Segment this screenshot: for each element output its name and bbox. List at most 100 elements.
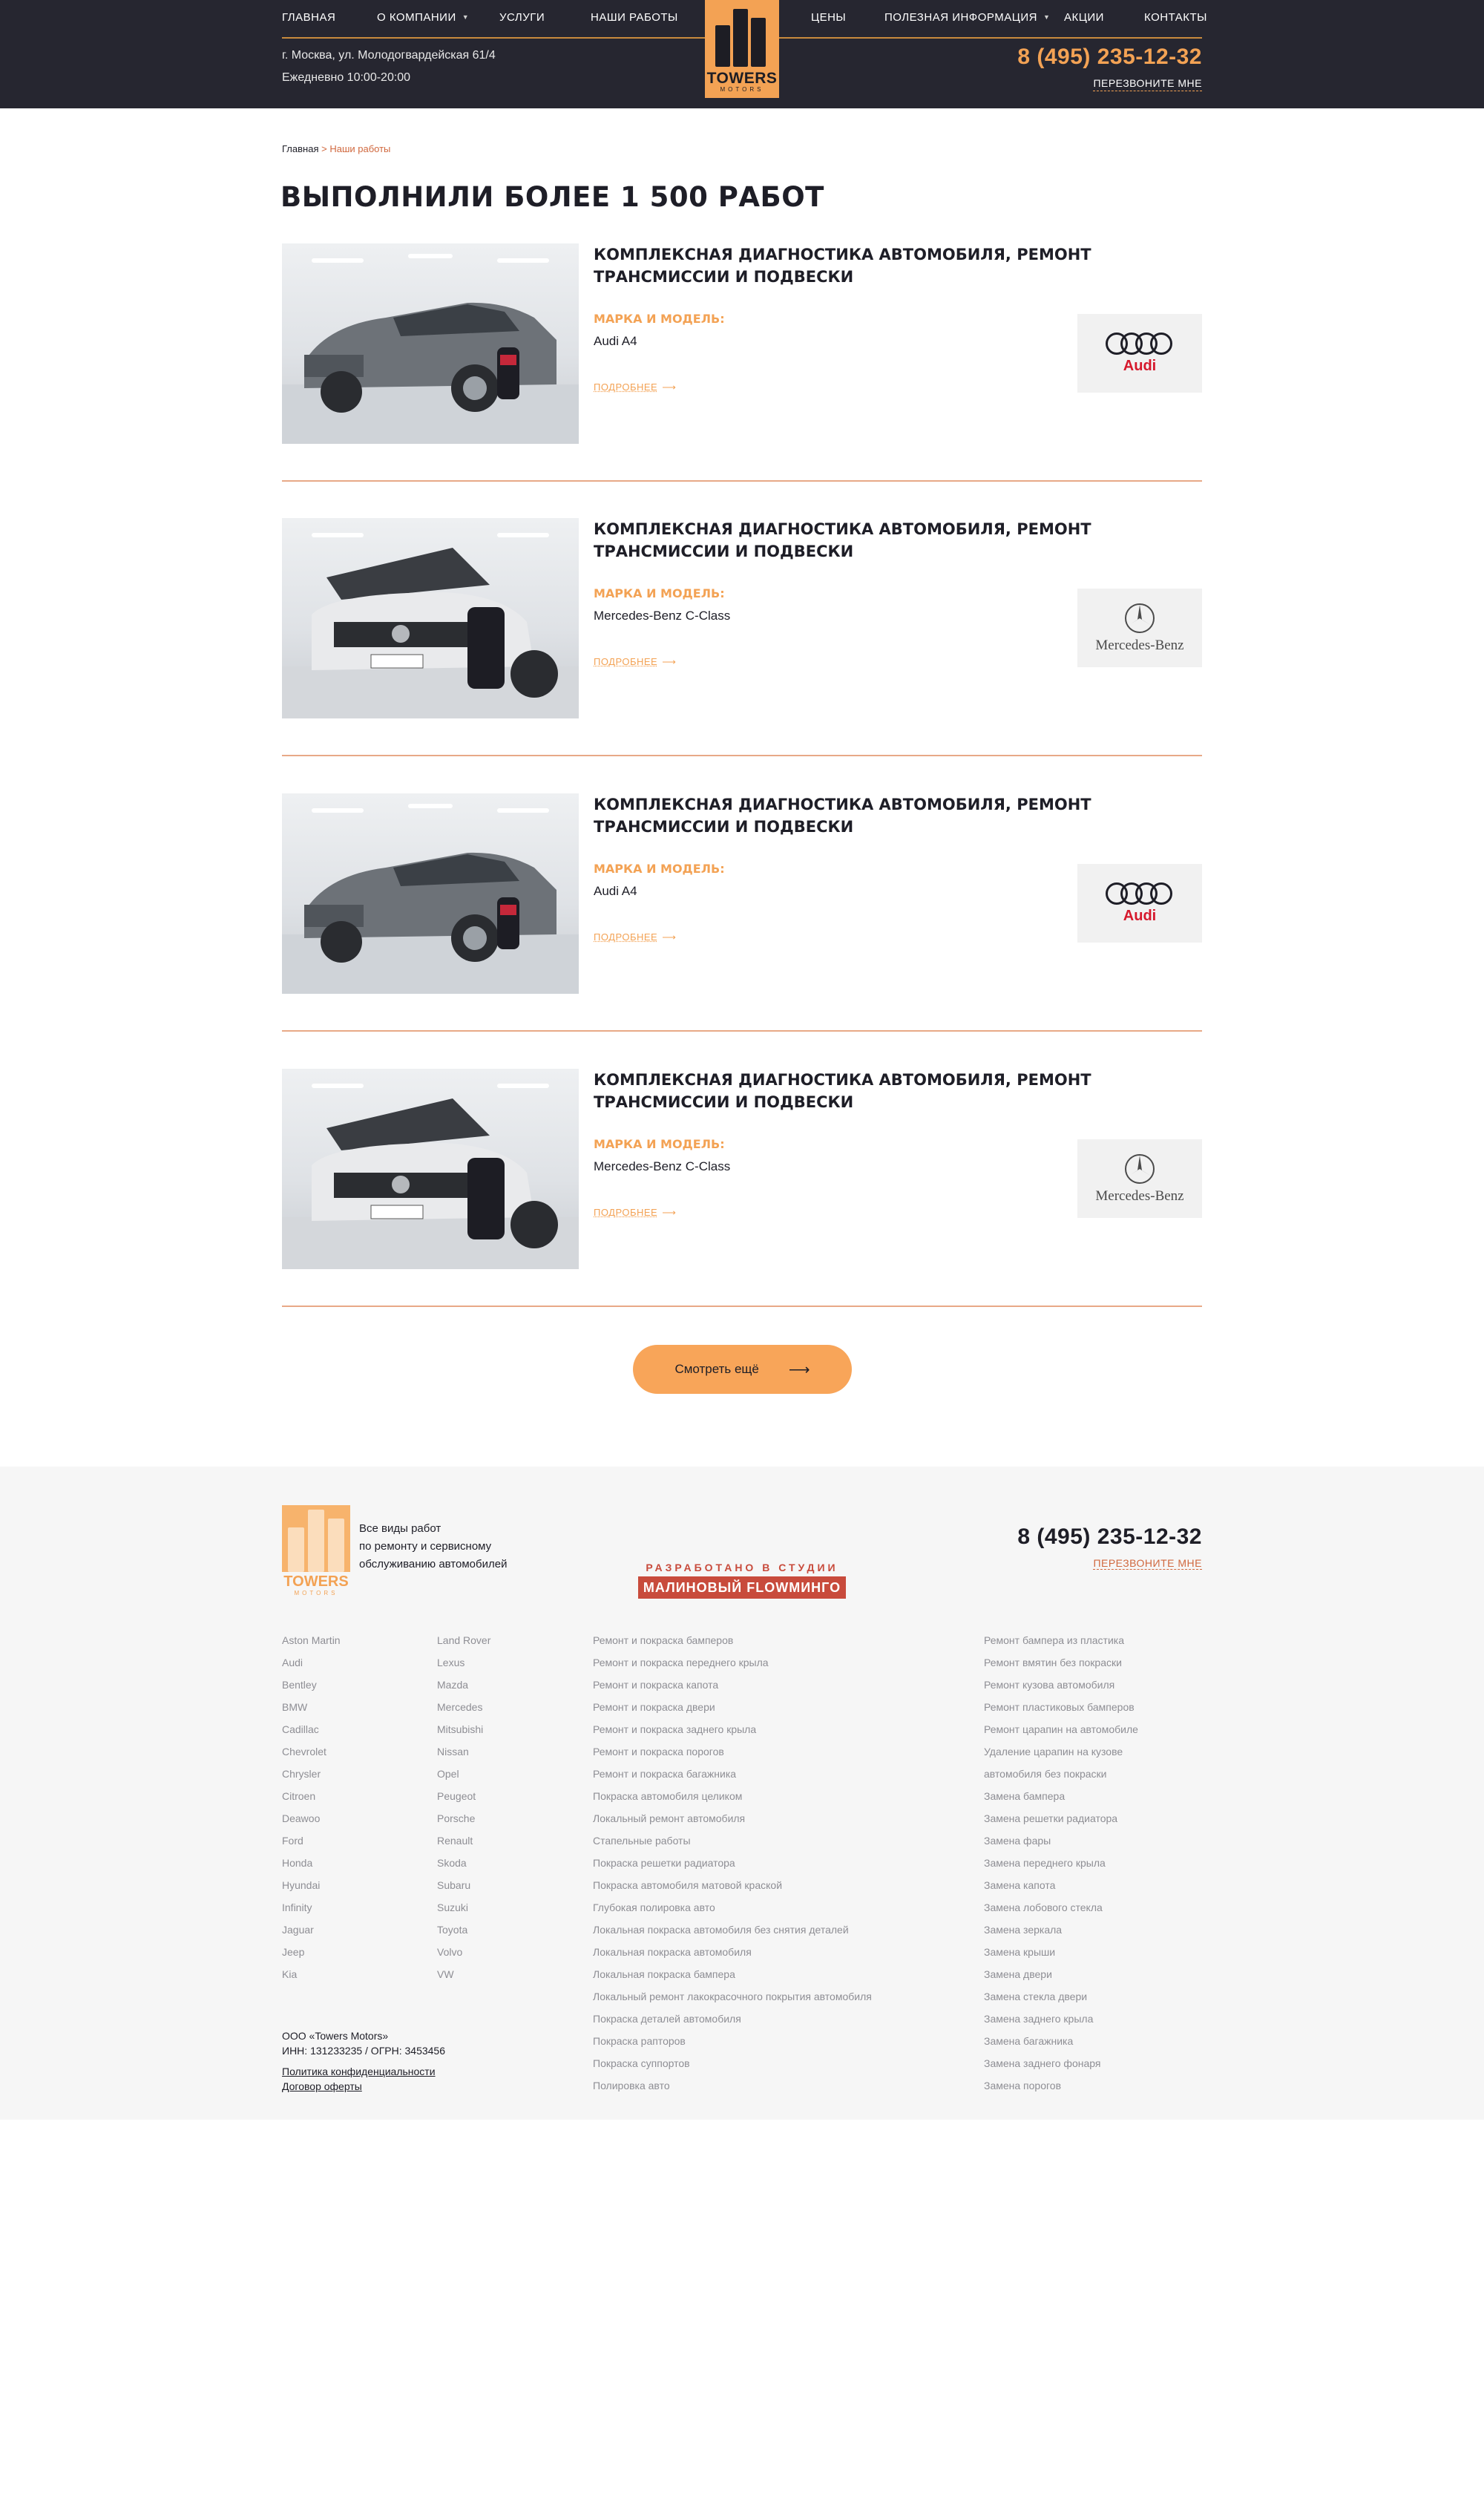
footer-service-link[interactable]: Локальный ремонт автомобиля [593, 1811, 872, 1833]
footer-logo[interactable]: TOWERS MOTORS [282, 1505, 350, 1600]
footer-service-link[interactable]: Замена лобового стекла [984, 1900, 1138, 1922]
footer-brand-link[interactable]: Peugeot [437, 1789, 490, 1811]
footer-brand-link[interactable]: Lexus [437, 1655, 490, 1677]
footer-brand-link[interactable]: Infinity [282, 1900, 341, 1922]
footer-brand-link[interactable]: Mitsubishi [437, 1722, 490, 1744]
footer-brand-link[interactable]: Volvo [437, 1945, 490, 1967]
footer-service-link[interactable]: Ремонт царапин на автомобиле [984, 1722, 1138, 1744]
nav-works[interactable]: НАШИ РАБОТЫ [591, 11, 678, 24]
work-more-link[interactable]: ПОДРОБНЕЕ ⟶ [594, 931, 676, 943]
footer-service-link[interactable]: Ремонт и покраска переднего крыла [593, 1655, 872, 1677]
footer-brand-link[interactable]: Jeep [282, 1945, 341, 1967]
footer-service-link[interactable]: Замена стекла двери [984, 1989, 1138, 2011]
footer-service-link[interactable]: Замена зеркала [984, 1922, 1138, 1945]
footer-phone[interactable]: 8 (495) 235-12-32 [1017, 1524, 1202, 1550]
header-phone[interactable]: 8 (495) 235-12-32 [1017, 45, 1202, 70]
site-logo[interactable]: TOWERS MOTORS [705, 0, 779, 98]
footer-service-link[interactable]: Замена заднего фонаря [984, 2056, 1138, 2078]
footer-brand-link[interactable]: BMW [282, 1700, 341, 1722]
work-photo[interactable] [282, 243, 579, 444]
work-more-link[interactable]: ПОДРОБНЕЕ ⟶ [594, 381, 676, 393]
footer-brand-link[interactable]: Citroen [282, 1789, 341, 1811]
footer-brand-link[interactable]: Ford [282, 1833, 341, 1855]
nav-prices[interactable]: ЦЕНЫ [811, 11, 846, 24]
footer-service-link[interactable]: Локальная покраска бампера [593, 1967, 872, 1989]
nav-useful-info[interactable]: ПОЛЕЗНАЯ ИНФОРМАЦИЯ ▼ [884, 11, 1050, 24]
nav-company[interactable]: О КОМПАНИИ ▼ [377, 11, 469, 24]
footer-brand-link[interactable]: Toyota [437, 1922, 490, 1945]
footer-service-link[interactable]: Замена капота [984, 1878, 1138, 1900]
work-title[interactable]: КОМПЛЕКСНАЯ ДИАГНОСТИКА АВТОМОБИЛЯ, РЕМО… [594, 518, 1113, 563]
footer-brand-link[interactable]: Suzuki [437, 1900, 490, 1922]
footer-service-link[interactable]: Локальная покраска автомобиля [593, 1945, 872, 1967]
work-photo[interactable] [282, 518, 579, 718]
footer-brand-link[interactable]: Mercedes [437, 1700, 490, 1722]
nav-home[interactable]: ГЛАВНАЯ [282, 11, 335, 24]
footer-brand-link[interactable]: Chevrolet [282, 1744, 341, 1766]
footer-service-link[interactable]: Покраска рапторов [593, 2034, 872, 2056]
footer-service-link[interactable]: Замена двери [984, 1967, 1138, 1989]
footer-service-link[interactable]: Ремонт бампера из пластика [984, 1633, 1138, 1655]
footer-brand-link[interactable]: Chrysler [282, 1766, 341, 1789]
footer-service-link[interactable]: Замена порогов [984, 2078, 1138, 2100]
footer-service-link[interactable]: Покраска суппортов [593, 2056, 872, 2078]
footer-brand-link[interactable]: Subaru [437, 1878, 490, 1900]
footer-service-link[interactable]: Покраска деталей автомобиля [593, 2011, 872, 2034]
breadcrumb-home[interactable]: Главная [282, 143, 318, 154]
nav-contacts[interactable]: КОНТАКТЫ [1144, 11, 1207, 24]
footer-service-link[interactable]: Покраска автомобиля целиком [593, 1789, 872, 1811]
footer-service-link[interactable]: Глубокая полировка авто [593, 1900, 872, 1922]
footer-brand-link[interactable]: Audi [282, 1655, 341, 1677]
show-more-button[interactable]: Смотреть ещё ⟶ [633, 1345, 852, 1394]
footer-service-link[interactable]: Замена багажника [984, 2034, 1138, 2056]
footer-service-link[interactable]: Замена решетки радиатора [984, 1811, 1138, 1833]
footer-brand-link[interactable]: Mazda [437, 1677, 490, 1700]
work-title[interactable]: КОМПЛЕКСНАЯ ДИАГНОСТИКА АВТОМОБИЛЯ, РЕМО… [594, 1069, 1113, 1113]
nav-services[interactable]: УСЛУГИ [499, 11, 545, 24]
work-photo[interactable] [282, 793, 579, 994]
footer-service-link[interactable]: Ремонт вмятин без покраски [984, 1655, 1138, 1677]
nav-promotions[interactable]: АКЦИИ [1064, 11, 1104, 24]
work-photo[interactable] [282, 1069, 579, 1269]
footer-service-link[interactable]: Ремонт пластиковых бамперов [984, 1700, 1138, 1722]
footer-service-link[interactable]: Стапельные работы [593, 1833, 872, 1855]
footer-service-link[interactable]: Замена бампера [984, 1789, 1138, 1811]
footer-service-link[interactable]: Ремонт и покраска багажника [593, 1766, 872, 1789]
work-title[interactable]: КОМПЛЕКСНАЯ ДИАГНОСТИКА АВТОМОБИЛЯ, РЕМО… [594, 243, 1113, 288]
footer-brand-link[interactable]: Porsche [437, 1811, 490, 1833]
privacy-link[interactable]: Политика конфиденциальности [282, 2064, 445, 2079]
footer-service-link[interactable]: Ремонт и покраска двери [593, 1700, 872, 1722]
footer-service-link[interactable]: Удаление царапин на кузове [984, 1744, 1138, 1766]
footer-brand-link[interactable]: Nissan [437, 1744, 490, 1766]
footer-callback-link[interactable]: ПЕРЕЗВОНИТЕ МНЕ [1093, 1557, 1202, 1570]
footer-brand-link[interactable]: VW [437, 1967, 490, 1989]
footer-service-link[interactable]: Покраска автомобиля матовой краской [593, 1878, 872, 1900]
footer-service-link[interactable]: Замена фары [984, 1833, 1138, 1855]
footer-brand-link[interactable]: Opel [437, 1766, 490, 1789]
work-more-link[interactable]: ПОДРОБНЕЕ ⟶ [594, 1207, 676, 1219]
footer-service-link[interactable]: Ремонт и покраска капота [593, 1677, 872, 1700]
studio-badge[interactable]: РАЗРАБОТАНО В СТУДИИ МАЛИНОВЫЙ FLOWМИНГО [638, 1562, 846, 1599]
footer-brand-link[interactable]: Jaguar [282, 1922, 341, 1945]
footer-brand-link[interactable]: Aston Martin [282, 1633, 341, 1655]
footer-service-link[interactable]: Покраска решетки радиатора [593, 1855, 872, 1878]
footer-service-link[interactable]: автомобиля без покраски [984, 1766, 1138, 1789]
footer-brand-link[interactable]: Land Rover [437, 1633, 490, 1655]
footer-service-link[interactable]: Локальная покраска автомобиля без снятия… [593, 1922, 872, 1945]
footer-service-link[interactable]: Ремонт и покраска заднего крыла [593, 1722, 872, 1744]
footer-service-link[interactable]: Замена крыши [984, 1945, 1138, 1967]
footer-service-link[interactable]: Полировка авто [593, 2078, 872, 2100]
footer-brand-link[interactable]: Cadillac [282, 1722, 341, 1744]
footer-brand-link[interactable]: Deawoo [282, 1811, 341, 1833]
footer-service-link[interactable]: Замена переднего крыла [984, 1855, 1138, 1878]
footer-brand-link[interactable]: Hyundai [282, 1878, 341, 1900]
footer-service-link[interactable]: Замена заднего крыла [984, 2011, 1138, 2034]
footer-service-link[interactable]: Локальный ремонт лакокрасочного покрытия… [593, 1989, 872, 2011]
work-title[interactable]: КОМПЛЕКСНАЯ ДИАГНОСТИКА АВТОМОБИЛЯ, РЕМО… [594, 793, 1113, 838]
footer-brand-link[interactable]: Renault [437, 1833, 490, 1855]
footer-brand-link[interactable]: Kia [282, 1967, 341, 1989]
footer-brand-link[interactable]: Honda [282, 1855, 341, 1878]
header-callback-link[interactable]: ПЕРЕЗВОНИТЕ МНЕ [1093, 77, 1202, 91]
footer-service-link[interactable]: Ремонт и покраска бамперов [593, 1633, 872, 1655]
footer-brand-link[interactable]: Skoda [437, 1855, 490, 1878]
